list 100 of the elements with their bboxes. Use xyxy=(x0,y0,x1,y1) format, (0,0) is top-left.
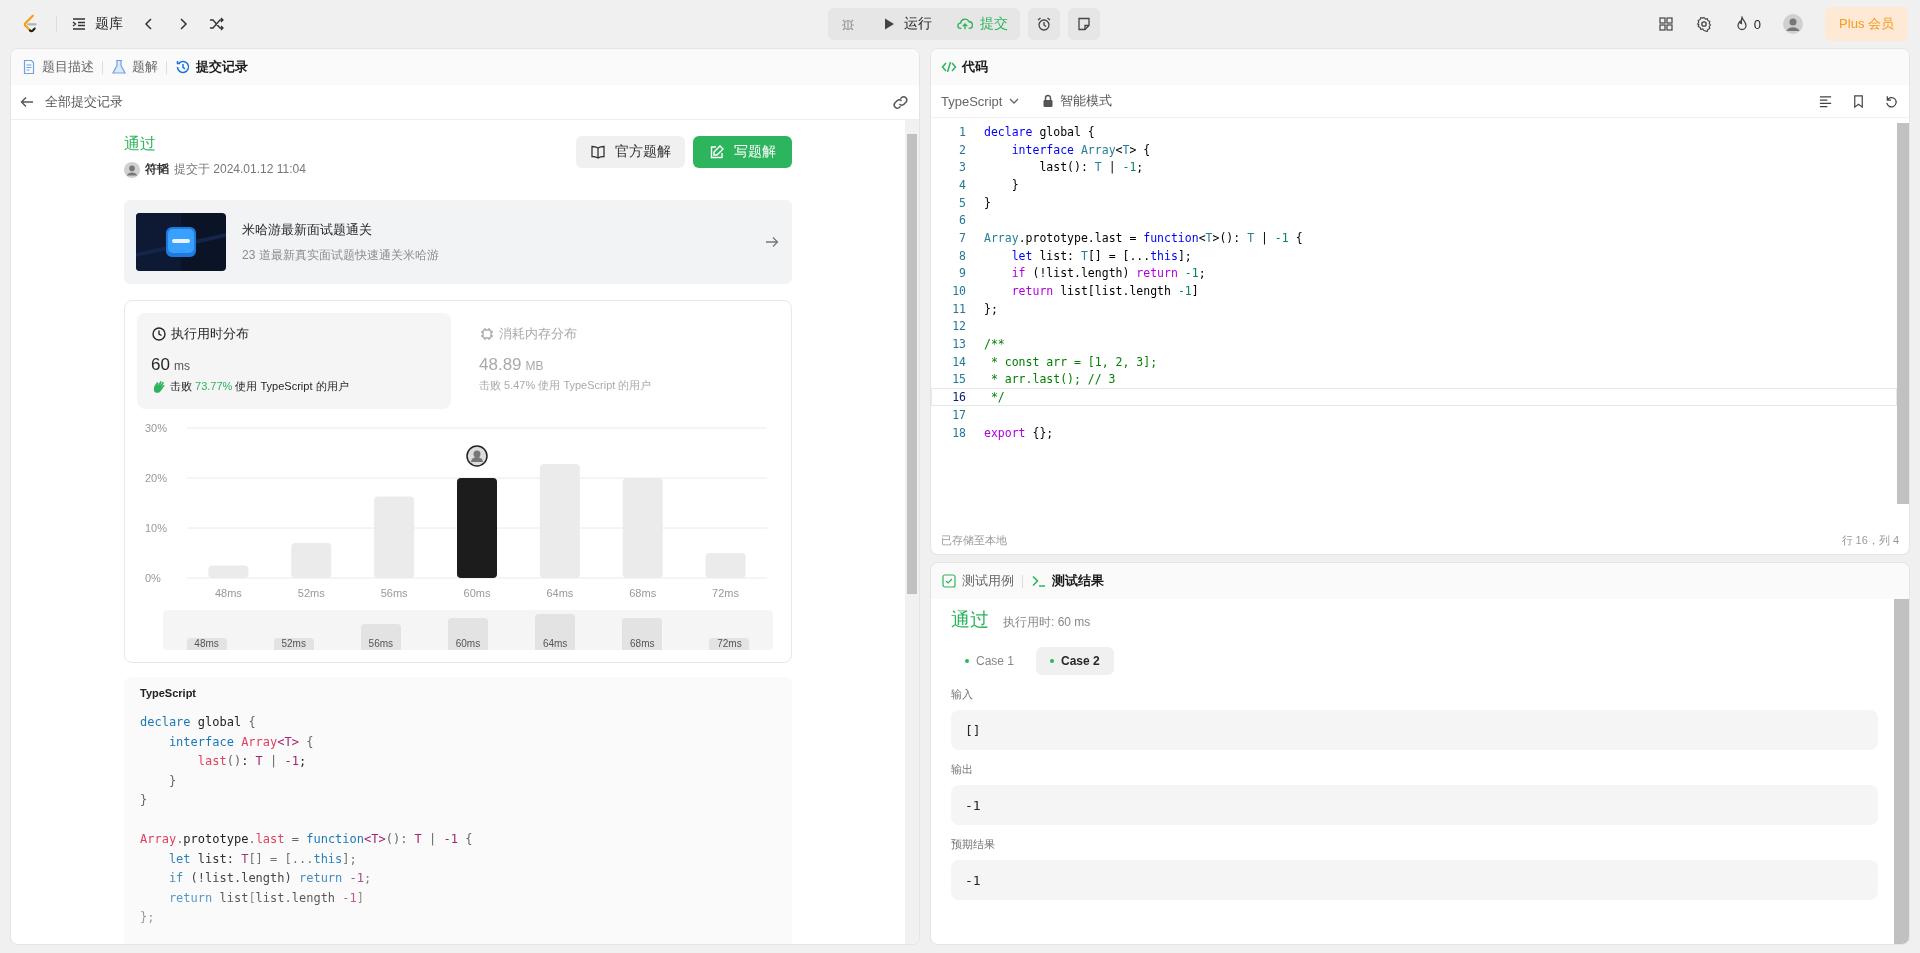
line-number: 15 xyxy=(951,372,966,387)
scrollbar[interactable] xyxy=(905,120,919,944)
note-icon xyxy=(1076,16,1092,32)
avatar-icon xyxy=(124,161,140,178)
promo-card[interactable]: 米哈游最新面试题通关 23 道最新真实面试题快速通关米哈游 xyxy=(124,200,792,284)
reset-icon[interactable] xyxy=(1884,93,1899,109)
link-icon[interactable] xyxy=(892,93,909,111)
code-line: interface Array<T> { xyxy=(167,733,314,751)
line-number: 8 xyxy=(958,248,966,263)
code-line: interface Array<T> { xyxy=(1010,142,1151,157)
mini-bar: 68ms xyxy=(622,618,663,650)
axis-tick-label: 30% xyxy=(145,422,168,434)
mini-bar: 72ms xyxy=(709,638,750,650)
code-line: * arr.last(); // 3 xyxy=(989,372,1116,387)
value-box: -1 xyxy=(951,860,1878,900)
code-line: last(): T | -1; xyxy=(1038,160,1144,175)
code-line: declare global { xyxy=(984,124,1095,139)
stat-tab[interactable]: 执行用时分布 60 ms 击败 73.77% 使用 TypeScript 的用户 xyxy=(137,313,451,409)
line-number: 18 xyxy=(951,425,966,440)
code-line: Array.prototype.last = function<T>(): T | -1 { xyxy=(984,230,1303,245)
format-icon[interactable] xyxy=(1818,93,1833,109)
case-tab[interactable]: Case 2 xyxy=(1036,647,1114,675)
stat-value: 48.89 xyxy=(479,355,522,375)
code-line: let list: T[] = [...this]; xyxy=(167,850,357,868)
alarm-clock-icon xyxy=(1036,16,1052,32)
clap-icon xyxy=(151,378,167,394)
list-icon xyxy=(71,16,87,32)
edit-icon xyxy=(709,144,725,160)
shuffle-icon[interactable] xyxy=(209,16,225,32)
streak-counter[interactable]: 0 xyxy=(1733,16,1762,32)
axis-category-label: 48ms xyxy=(215,587,242,599)
result-status: 通过 xyxy=(951,608,989,632)
code-line: last(): T | -1; xyxy=(196,753,307,770)
problem-list-button[interactable]: 题库 xyxy=(71,15,123,33)
axis-tick-label: 10% xyxy=(145,522,168,534)
line-number: 17 xyxy=(951,407,966,422)
author-name[interactable]: 符韬 xyxy=(145,161,169,178)
line-number: 4 xyxy=(958,177,966,192)
scrollbar[interactable] xyxy=(1897,123,1909,504)
line-number: 1 xyxy=(958,124,966,139)
promo-title: 米哈游最新面试题通关 xyxy=(242,220,373,239)
note-button[interactable] xyxy=(1068,8,1100,40)
chip-icon xyxy=(479,326,495,342)
promo-subtitle: 23 道最新真实面试题快速通关米哈游 xyxy=(242,246,440,264)
panel-tab[interactable]: 测试结果 xyxy=(1031,567,1104,595)
panel-title: 代码 xyxy=(941,53,988,81)
alarm-clock-button[interactable] xyxy=(1028,8,1060,40)
runtime-text: 执行用时: 60 ms xyxy=(1003,614,1091,631)
field-label: 输出 xyxy=(951,762,974,777)
code-line: if (!list.length) return -1; xyxy=(167,870,372,887)
code-line: declare global { xyxy=(140,714,256,731)
field-label: 输入 xyxy=(951,687,974,702)
mini-bar: 60ms xyxy=(448,618,488,650)
avatar-marker-icon xyxy=(466,445,488,467)
save-status: 已存储至本地 xyxy=(941,532,1007,548)
bookmark-icon[interactable] xyxy=(1851,93,1866,109)
arrow-left-icon xyxy=(19,94,35,110)
mini-bar: 52ms xyxy=(273,638,314,650)
panel-tab[interactable]: 题目描述 xyxy=(21,53,94,81)
axis-category-label: 60ms xyxy=(463,587,491,599)
avatar-icon[interactable] xyxy=(1783,14,1804,34)
line-number: 16 xyxy=(951,390,966,405)
code-language: TypeScript xyxy=(140,687,198,699)
official-solution-button[interactable]: 官方题解 xyxy=(576,136,685,168)
code-line: Array.prototype.last = function<T>(): T | -1 { xyxy=(140,831,473,848)
stat-value: 60 xyxy=(151,355,170,375)
beats-text: 击败 5.47% 使用 TypeScript 的用户 xyxy=(479,378,652,393)
document-icon xyxy=(21,59,37,75)
line-number: 12 xyxy=(951,319,966,334)
smart-mode-label[interactable]: 智能模式 xyxy=(1040,92,1113,110)
panel-tab[interactable]: 题解 xyxy=(111,53,158,81)
submit-time: 提交于 2024.01.12 11:04 xyxy=(174,161,306,178)
line-number: 3 xyxy=(958,160,966,175)
panel-tab[interactable]: 测试用例 xyxy=(941,567,1014,595)
language-dropdown[interactable]: TypeScript xyxy=(941,93,1023,109)
settings-icon[interactable] xyxy=(1695,16,1712,32)
axis-category-label: 68ms xyxy=(629,587,657,599)
code-line: return list[list.length -1] xyxy=(167,889,364,907)
case-tab[interactable]: Case 1 xyxy=(951,647,1029,675)
line-number: 10 xyxy=(951,284,966,299)
line-number: 11 xyxy=(951,301,966,316)
mini-bar: 56ms xyxy=(360,623,401,650)
flask-icon xyxy=(111,59,127,75)
panel-tab[interactable]: 提交记录 xyxy=(175,53,248,81)
field-label: 预期结果 xyxy=(951,837,996,852)
line-number: 9 xyxy=(958,266,966,281)
code-line: } xyxy=(1010,177,1019,192)
range-selector[interactable]: 48ms 52ms 56ms 60ms 64ms 68ms 72ms xyxy=(163,610,773,650)
scrollbar[interactable] xyxy=(1894,599,1909,944)
back-link[interactable]: 全部提交记录 xyxy=(19,93,123,111)
submission-status: 通过 xyxy=(124,134,157,154)
axis-tick-label: 20% xyxy=(145,472,168,484)
grid-icon[interactable] xyxy=(1657,16,1674,32)
checkbox-icon xyxy=(941,573,957,589)
line-number: 13 xyxy=(951,337,966,352)
code-line: */ xyxy=(989,390,1005,405)
line-number: 14 xyxy=(951,354,966,369)
stat-unit: ms xyxy=(173,359,190,373)
code-line: } xyxy=(167,772,177,790)
axis-category-label: 72ms xyxy=(712,587,739,599)
